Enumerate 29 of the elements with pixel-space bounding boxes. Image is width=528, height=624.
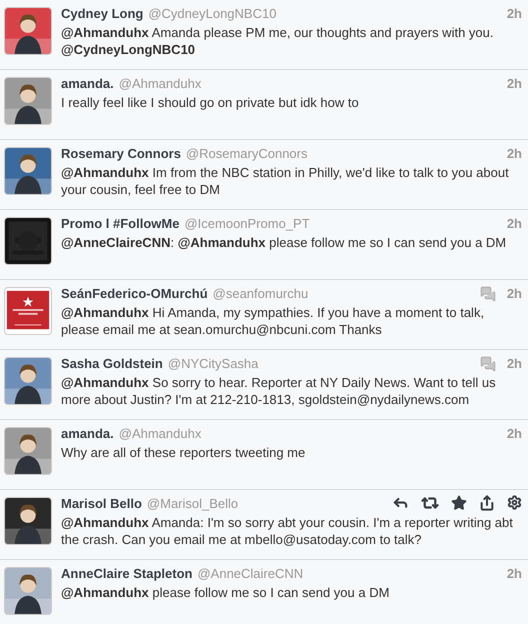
star-icon[interactable] bbox=[451, 494, 467, 511]
author-name[interactable]: AnneClaire Stapleton bbox=[61, 564, 192, 584]
timestamp: 2h bbox=[506, 75, 522, 93]
timestamp: 2h bbox=[506, 355, 522, 373]
timestamp: 2h bbox=[506, 425, 522, 443]
tweet-text: @Ahmanduhx please follow me so I can send you a DM bbox=[61, 584, 390, 600]
author-name[interactable]: Cydney Long bbox=[61, 4, 144, 24]
tweet-text: Why are all of these reporters tweeting me bbox=[61, 444, 306, 460]
author-name[interactable]: Promo l #FollowMe bbox=[61, 214, 180, 234]
tweet-text: I really feel like I should go on private but idk how to bbox=[61, 94, 360, 110]
timestamp: 2h bbox=[506, 145, 522, 163]
timestamp: 2h bbox=[506, 565, 522, 583]
timestamp: 2h bbox=[506, 285, 522, 303]
author-name[interactable]: Marisol Bello bbox=[61, 494, 142, 514]
tweet-text: @Ahmanduhx Im from the NBC station in Philly, we'd like to talk to you about your cousin, feel free to DM bbox=[61, 164, 510, 198]
author-name[interactable]: SeánFederico-OMurchú bbox=[61, 284, 208, 304]
author-name[interactable]: amanda. bbox=[61, 424, 114, 444]
tweet-text: @Ahmanduhx So sorry to hear. Reporter at NY Daily News. Want to tell us more about Justin? I'm at 212-210-1813, sgoldstein@nydailynews.com bbox=[61, 374, 497, 408]
tweet-text: @Ahmanduhx Amanda please PM me, our thoughts and prayers with you. @CydneyLongNBC10 bbox=[61, 24, 494, 58]
author-name[interactable]: amanda. bbox=[61, 74, 114, 94]
settings-icon[interactable] bbox=[507, 495, 522, 510]
author-name[interactable]: Sasha Goldstein bbox=[61, 354, 163, 374]
author-name[interactable]: Rosemary Connors bbox=[61, 144, 181, 164]
timestamp: 2h bbox=[506, 215, 522, 233]
tweet-text: @AnneClaireCNN: @Ahmanduhx please follow me so I can send you a DM bbox=[61, 234, 508, 250]
tweet-text: @Ahmanduhx Amanda: I'm so sorry abt your cousin. I'm a reporter writing abt the crash. Can you email me at mbello@usatoday.com to talk? bbox=[61, 514, 514, 548]
share-icon[interactable] bbox=[479, 494, 495, 511]
tweet-text: @Ahmanduhx Hi Amanda, my sympathies. If you have a moment to talk, please email me at sean.omurchu@nbcuni.com Thanks bbox=[61, 304, 486, 338]
timestamp: 2h bbox=[506, 5, 522, 23]
